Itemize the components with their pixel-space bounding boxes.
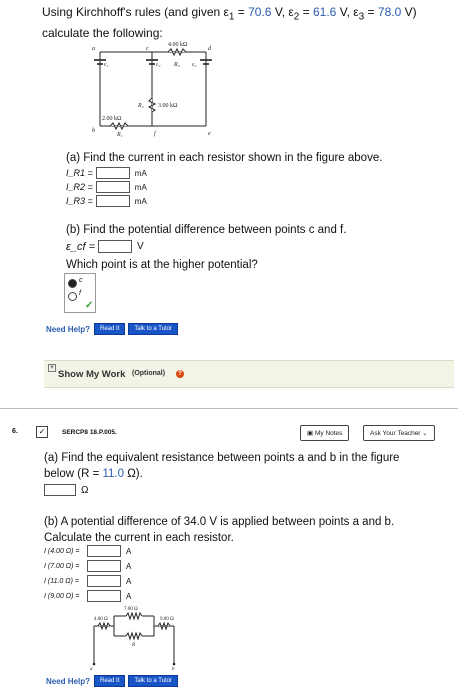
ecf-row: ε_cf = V	[66, 240, 144, 253]
current-unit-r2: mA	[134, 182, 147, 192]
circuit2-label-r4: 4.00 Ω	[94, 617, 108, 622]
q6-current-label-9: I (9.00 Ω) =	[44, 592, 80, 600]
question-1-prompt: Using Kirchhoff's rules (and given ε1 = …	[42, 5, 417, 41]
read-it-button-1[interactable]: Read It	[94, 323, 126, 335]
show-work-label: Show My Work	[58, 369, 126, 380]
equivalent-resistance-row: Ω	[44, 484, 88, 496]
higher-potential-prompt: Which point is at the higher potential?	[66, 259, 258, 271]
q6-current-row-4: I (4.00 Ω) = A	[44, 545, 131, 557]
expand-icon[interactable]: +	[48, 364, 56, 372]
current-unit-r1: mA	[134, 168, 147, 178]
option-label-f: f	[79, 290, 81, 297]
q6-current-label-11: I (11.0 Ω) =	[44, 577, 79, 585]
q6-part-b-prompt: (b) A potential difference of 34.0 V is …	[44, 516, 395, 544]
current-label-r2: I_R2 =	[66, 182, 93, 192]
q6-current-label-4: I (4.00 Ω) =	[44, 547, 80, 555]
q6-current-unit-11: A	[126, 576, 132, 586]
q6-part-a-prompt: (a) Find the equivalent resistance betwe…	[44, 452, 400, 480]
radio-option-f[interactable]	[68, 292, 77, 301]
ecf-label: ε_cf =	[66, 240, 95, 253]
circuit2-label-r9: 9.00 Ω	[160, 617, 174, 622]
q6-current-unit-7: A	[126, 561, 132, 571]
q6-current-row-9: I (9.00 Ω) = A	[44, 590, 131, 602]
show-my-work-panel[interactable]: + Show My Work (Optional) ?	[44, 360, 454, 388]
ecf-input[interactable]	[98, 240, 132, 253]
talk-tutor-button-2[interactable]: Talk to a Tutor	[128, 675, 179, 687]
circuit-label-e3: ε₃	[192, 62, 196, 68]
circuit-label-r3-value: 4.00 kΩ	[168, 42, 188, 48]
q6-current-input-11[interactable]	[87, 575, 121, 587]
q6-current-input-7[interactable]	[87, 560, 121, 572]
radio-option-c[interactable]	[68, 279, 77, 288]
current-row-r1: I_R1 = mA	[66, 167, 147, 179]
circuit-label-r2-value: 3.00 kΩ	[158, 103, 178, 109]
current-label-r3: I_R3 =	[66, 196, 93, 206]
q6-current-input-9[interactable]	[87, 590, 121, 602]
circuit2-label-r: R	[131, 643, 135, 648]
current-row-r2: I_R2 = mA	[66, 181, 147, 193]
my-notes-button[interactable]: ▣ My Notes	[300, 425, 350, 441]
current-input-r3[interactable]	[95, 195, 130, 207]
current-unit-r3: mA	[134, 196, 147, 206]
circuit-diagram-1: 4.00 kΩ ε₁ ε₂ R₃ ε₃ R₂ 3.00 kΩ 2.00 kΩ R…	[92, 42, 212, 138]
circuit-label-e1: ε₁	[104, 62, 108, 68]
circuit-point-d: d	[208, 46, 212, 52]
help-icon[interactable]: ?	[176, 370, 184, 378]
circuit-point-b: b	[92, 128, 95, 134]
my-notes-label: My Notes	[314, 430, 343, 437]
circuit-label-e2: ε₂	[156, 62, 160, 68]
need-help-row-1: Need Help? Read It Talk to a Tutor	[46, 323, 179, 335]
option-label-c: c	[79, 277, 83, 284]
circuit-label-r1: R₁	[116, 132, 123, 138]
circuit-label-r3: R₃	[173, 62, 180, 68]
circuit-point-c: c	[146, 46, 149, 52]
circuit2-label-r7: 7.00 Ω	[124, 607, 138, 612]
ask-teacher-button[interactable]: Ask Your Teacher ⌄	[363, 425, 435, 441]
circuit2-point-a: a	[90, 667, 93, 670]
need-help-label-1: Need Help?	[46, 324, 91, 334]
q6-current-row-7: I (7.00 Ω) = A	[44, 560, 131, 572]
question-divider	[0, 408, 458, 409]
need-help-row-2: Need Help? Read It Talk to a Tutor	[46, 675, 179, 687]
read-it-button-2[interactable]: Read It	[94, 675, 126, 687]
q6-current-input-4[interactable]	[87, 545, 121, 557]
circuit-diagram-2: 7.00 Ω 4.00 Ω 9.00 Ω R a b	[90, 607, 176, 670]
checkmark-icon: ✓	[85, 300, 94, 311]
dropdown-chevron-icon: ⌄	[422, 430, 428, 437]
circuit2-point-b: b	[172, 667, 175, 670]
q6-current-label-7: I (7.00 Ω) =	[44, 562, 80, 570]
potential-choice-box: c f ✓	[64, 273, 96, 313]
current-row-r3: I_R3 = mA	[66, 195, 147, 207]
part-a-prompt: (a) Find the current in each resistor sh…	[66, 152, 383, 164]
circuit-point-a: a	[92, 46, 95, 52]
part-b-prompt: (b) Find the potential difference betwee…	[66, 224, 347, 236]
equivalent-resistance-input[interactable]	[44, 484, 76, 496]
question-number: 6.	[12, 428, 18, 435]
q6-current-row-11: I (11.0 Ω) = A	[44, 575, 131, 587]
optional-label: (Optional)	[132, 370, 166, 377]
circuit-point-f: f	[154, 130, 157, 137]
need-help-label-2: Need Help?	[46, 676, 91, 686]
question-code: SERCP8 18.P.005.	[62, 429, 117, 436]
current-label-r1: I_R1 =	[66, 168, 93, 178]
ecf-unit: V	[137, 241, 144, 252]
q6-current-unit-4: A	[126, 546, 132, 556]
circuit-point-e: e	[208, 131, 211, 137]
current-input-r2[interactable]	[95, 181, 130, 193]
q6-current-unit-9: A	[126, 591, 132, 601]
notes-icon: ▣	[307, 430, 314, 437]
current-input-r1[interactable]	[95, 167, 130, 179]
circuit-label-r1-value: 2.00 kΩ	[102, 116, 122, 122]
ask-teacher-label: Ask Your Teacher	[370, 430, 421, 437]
circuit-label-r2: R₂	[137, 103, 144, 109]
omega-unit: Ω	[81, 484, 89, 496]
collapse-checkbox-icon[interactable]: ✓	[36, 426, 48, 438]
talk-tutor-button-1[interactable]: Talk to a Tutor	[128, 323, 179, 335]
